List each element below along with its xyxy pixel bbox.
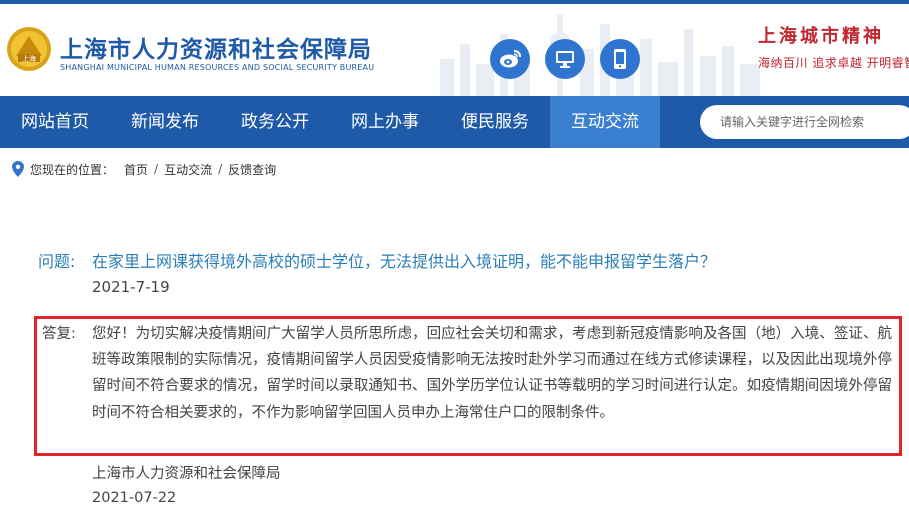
nav-item-home[interactable]: 网站首页: [0, 96, 110, 148]
question-text: 在家里上网课获得境外高校的硕士学位，无法提供出入境证明，能不能申报留学生落户？: [92, 252, 717, 271]
question-label: 问题:: [38, 252, 76, 271]
nav-item-government[interactable]: 政务公开: [220, 96, 330, 148]
breadcrumb: 您现在的位置： 首页 / 互动交流 / 反馈查询: [12, 160, 276, 178]
city-spirit-slogan: 海纳百川 追求卓越 开明睿智: [758, 56, 909, 70]
search-input[interactable]: [720, 105, 909, 139]
nav-item-public-services[interactable]: 便民服务: [440, 96, 550, 148]
mobile-icon[interactable]: [600, 39, 640, 79]
answer-organization: 上海市人力资源和社会保障局: [92, 466, 281, 482]
logo-text: 上海: [22, 54, 36, 63]
weibo-icon[interactable]: [490, 39, 530, 79]
nav-item-news[interactable]: 新闻发布: [110, 96, 220, 148]
nav-item-interaction[interactable]: 互动交流: [550, 96, 660, 148]
bureau-logo: 上海: [7, 27, 51, 71]
question-date: 2021-7-19: [92, 278, 170, 296]
city-spirit-title: 上海城市精神: [758, 26, 884, 47]
answer-label: 答复:: [42, 326, 76, 342]
location-pin-icon: [12, 161, 24, 177]
skyline-decoration: [440, 14, 760, 96]
site-subtitle: SHANGHAI MUNICIPAL HUMAN RESOURCES AND S…: [60, 63, 375, 72]
breadcrumb-home[interactable]: 首页: [124, 161, 148, 178]
search-box: [700, 105, 909, 139]
answer-text: 您好！为切实解决疫情期间广大留学人员所思所虑，回应社会关切和需求，考虑到新冠疫情…: [92, 326, 892, 421]
answer-date: 2021-07-22: [92, 490, 177, 506]
breadcrumb-interaction[interactable]: 互动交流: [164, 161, 212, 178]
breadcrumb-feedback[interactable]: 反馈查询: [228, 161, 276, 178]
breadcrumb-separator: /: [154, 162, 159, 176]
desktop-icon[interactable]: [545, 39, 585, 79]
main-nav: 网站首页 新闻发布 政务公开 网上办事 便民服务 互动交流: [0, 96, 909, 148]
site-header: 上海 上海市人力资源和社会保障局 SHANGHAI MUNICIPAL HUMA…: [0, 4, 909, 96]
breadcrumb-separator: /: [218, 162, 223, 176]
nav-item-online-services[interactable]: 网上办事: [330, 96, 440, 148]
site-title: 上海市人力资源和社会保障局: [60, 37, 372, 63]
breadcrumb-label: 您现在的位置：: [30, 162, 115, 177]
